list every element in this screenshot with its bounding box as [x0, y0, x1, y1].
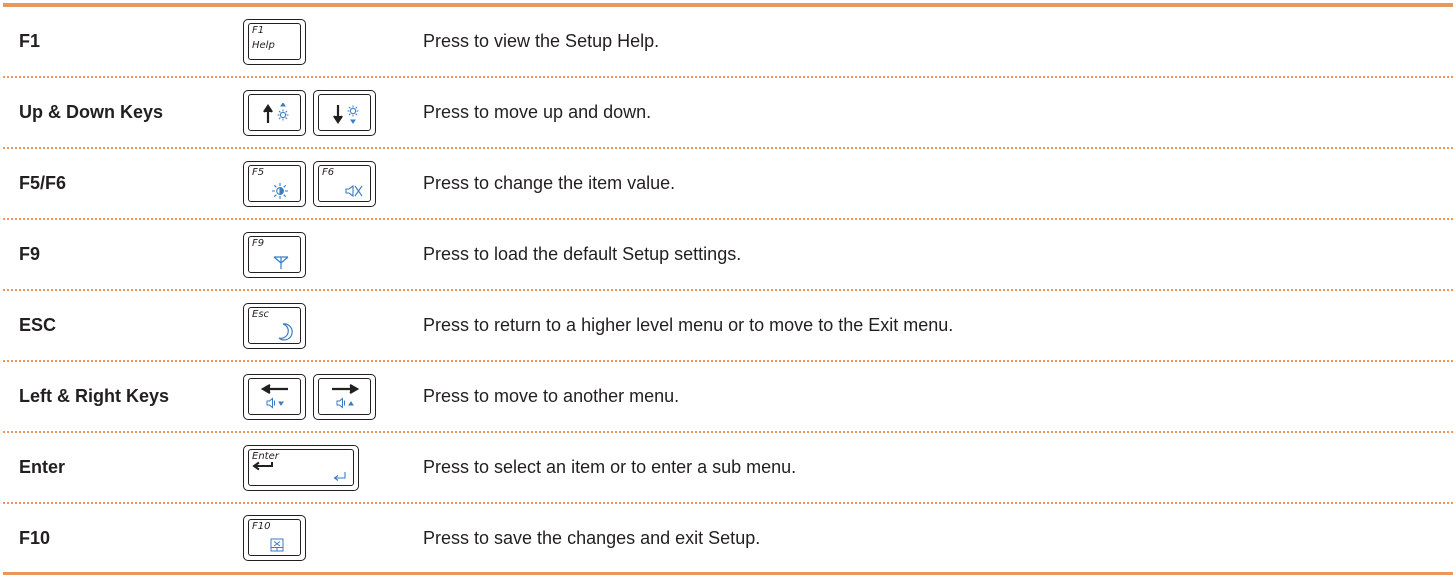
key-description: Press to move up and down. [423, 102, 652, 122]
key-sub-label: Help [252, 39, 275, 51]
key-name: Enter [19, 457, 66, 477]
key-label: F5 [252, 166, 265, 178]
f6-key: F6 [313, 160, 376, 207]
key-illustration: F9 [243, 220, 306, 289]
key-name: F5/F6 [19, 173, 67, 193]
key-name: Left & Right Keys [19, 386, 170, 406]
key-illustration: F5 F6 [243, 149, 376, 218]
enter-key: Enter [243, 444, 359, 491]
key-name: F1 [19, 31, 41, 51]
key-description: Press to move to another menu. [423, 386, 680, 406]
arrow-left-volume-down-icon [260, 383, 288, 409]
table-row: Up & Down Keys Press to move up and down… [3, 78, 1453, 149]
table-row: Enter Enter Press to select an item or t… [3, 433, 1453, 504]
table-row: F1 F1 Help Press to view the Setup Help. [3, 7, 1453, 78]
table-row: F9 F9 Press to load the default Setup se… [3, 220, 1453, 291]
brightness-icon [272, 182, 288, 199]
f5-key: F5 [243, 160, 306, 207]
key-name: ESC [19, 315, 57, 335]
key-description: Press to save the changes and exit Setup… [423, 527, 761, 548]
esc-key: Esc [243, 302, 306, 349]
key-description: Press to view the Setup Help. [423, 31, 660, 51]
key-label: Esc [252, 308, 270, 320]
key-reference-table: F1 F1 Help Press to view the Setup Help.… [3, 7, 1453, 572]
arrow-right-volume-up-icon [332, 383, 360, 409]
touchpad-icon [270, 538, 284, 552]
key-illustration: Enter [243, 433, 359, 502]
table-row: Left & Right Keys Press to move to anoth… [3, 362, 1453, 433]
key-label: F1 [252, 24, 265, 36]
key-illustration [243, 78, 376, 147]
key-name: F10 [19, 527, 51, 548]
sleep-moon-icon [278, 322, 293, 340]
key-illustration: Esc [243, 291, 306, 360]
down-arrow-key [313, 89, 376, 136]
key-name: F9 [19, 244, 41, 264]
f9-key: F9 [243, 231, 306, 278]
key-name: Up & Down Keys [19, 102, 164, 122]
arrow-down-brightness-down-icon [333, 104, 359, 124]
mute-icon [345, 184, 363, 197]
table-bottom-rule [3, 572, 1453, 575]
key-description: Press to return to a higher level menu o… [423, 315, 954, 335]
table-row: ESC Esc Press to return to a higher leve… [3, 291, 1453, 362]
key-illustration: F1 Help [243, 7, 306, 76]
key-illustration [243, 362, 376, 431]
wireless-icon [273, 255, 289, 269]
key-description: Press to select an item or to enter a su… [423, 457, 797, 477]
table-row: F10 F10 Press to save the changes and ex… [3, 504, 1453, 572]
key-label: F6 [322, 166, 335, 178]
f1-key: F1 Help [243, 18, 306, 65]
key-label: F10 [252, 521, 271, 532]
f10-key: F10 [243, 515, 306, 561]
up-arrow-key [243, 89, 306, 136]
key-label: F9 [252, 237, 265, 249]
enter-icon [252, 461, 346, 481]
key-description: Press to change the item value. [423, 173, 676, 193]
key-description: Press to load the default Setup settings… [423, 244, 742, 264]
arrow-up-brightness-up-icon [263, 102, 289, 123]
right-arrow-key [313, 373, 376, 420]
table-row: F5/F6 F5 F6 Press to change the item val… [3, 149, 1453, 220]
left-arrow-key [243, 373, 306, 420]
key-illustration: F10 [243, 504, 306, 572]
